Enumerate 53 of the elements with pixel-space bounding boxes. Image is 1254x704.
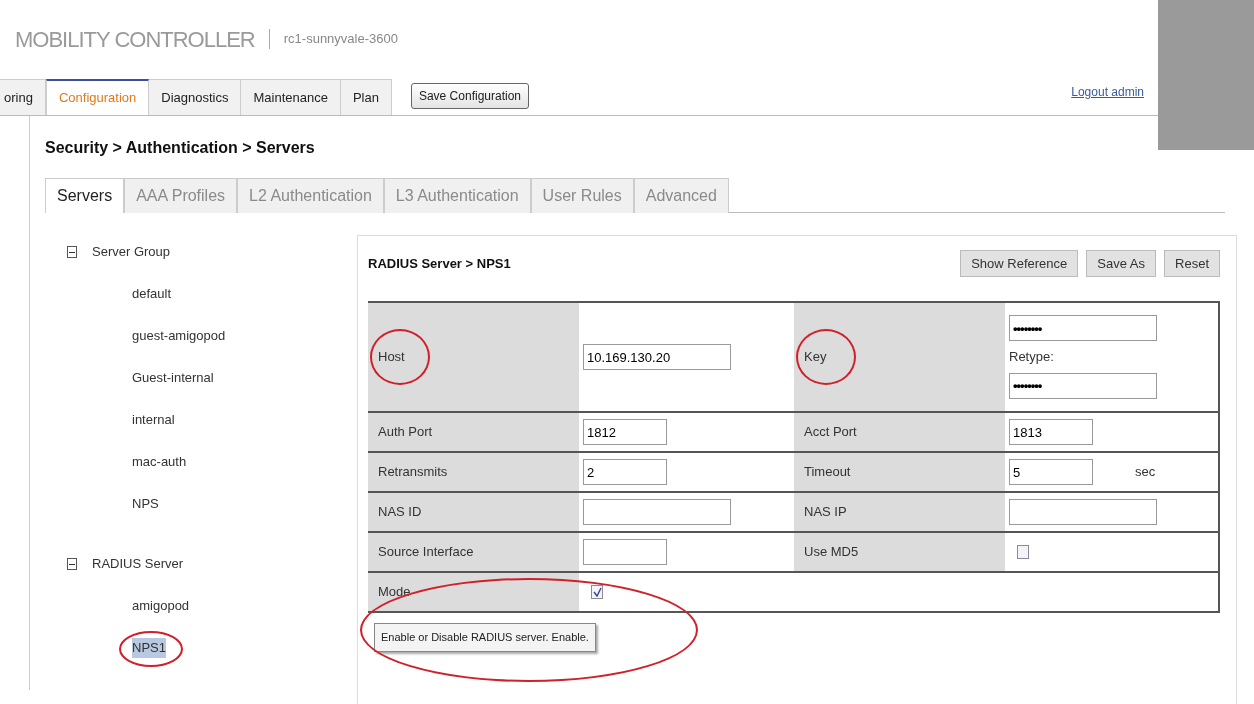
text-field[interactable]: 10.169.130.20 (583, 344, 731, 370)
unit-label: sec (1135, 463, 1156, 482)
tree-item[interactable]: default (132, 284, 172, 304)
checkbox[interactable] (591, 585, 603, 599)
tooltip: Enable or Disable RADIUS server. Enable. (374, 623, 596, 652)
field-label: Timeout (804, 463, 851, 482)
field-label: Use MD5 (804, 543, 859, 562)
nav-tab[interactable]: oring (0, 79, 46, 115)
text-field[interactable]: 2 (583, 459, 667, 485)
retype-label: Retype: (1009, 348, 1055, 367)
collapse-icon[interactable] (67, 558, 77, 570)
field-label: Host (378, 348, 405, 367)
save-configuration-button[interactable]: Save Configuration (410, 83, 529, 109)
tree-item[interactable]: NPS (132, 494, 159, 514)
text-field[interactable] (583, 539, 667, 565)
panel-button[interactable]: Save As (1086, 250, 1157, 277)
nav-tab[interactable]: Maintenance (241, 79, 341, 115)
device-name: rc1-sunnyvale-3600 (283, 30, 398, 49)
check-icon (592, 587, 602, 597)
field-label: Auth Port (378, 423, 433, 442)
panel-title: RADIUS Server > NPS1 (368, 254, 511, 273)
panel-button[interactable]: Show Reference (960, 250, 1079, 277)
logout-link[interactable]: Logout admin (1071, 83, 1144, 101)
nav-tab[interactable]: Plan (340, 79, 392, 115)
collapse-icon[interactable] (67, 246, 77, 258)
tree-group-label[interactable]: RADIUS Server (92, 554, 184, 574)
field-label: Source Interface (378, 543, 474, 562)
tree-item[interactable]: internal (132, 410, 175, 430)
checkbox[interactable] (1017, 545, 1029, 559)
tree-item[interactable]: mac-auth (132, 452, 187, 472)
field-label: Key (804, 348, 827, 367)
text-field[interactable]: 1812 (583, 419, 667, 445)
text-field[interactable]: 5 (1009, 459, 1093, 485)
field-label: Retransmits (378, 463, 448, 482)
tree-item[interactable]: NPS1 (132, 638, 166, 658)
field-label: Mode (378, 583, 411, 602)
breadcrumb: Security > Authentication > Servers (45, 138, 316, 158)
tree-item[interactable]: Guest-internal (132, 368, 214, 388)
password-field[interactable]: •••••••• (1009, 315, 1157, 342)
panel-button[interactable]: Reset (1164, 250, 1220, 277)
password-field[interactable]: •••••••• (1009, 372, 1157, 399)
field-label: NAS IP (804, 503, 847, 522)
field-label: Acct Port (804, 423, 857, 442)
tree-item[interactable]: amigopod (132, 596, 190, 616)
text-field[interactable]: 1813 (1009, 419, 1093, 445)
nav-tab[interactable]: Diagnostics (149, 79, 242, 115)
tree-item[interactable]: guest-amigopod (132, 326, 226, 346)
text-field[interactable] (583, 499, 731, 525)
product-title: MOBILITY CONTROLLER (15, 25, 255, 54)
section-tab[interactable]: Servers (45, 178, 125, 213)
field-label: NAS ID (378, 503, 422, 522)
tree-group-label[interactable]: Server Group (92, 242, 171, 262)
text-field[interactable] (1009, 499, 1157, 525)
